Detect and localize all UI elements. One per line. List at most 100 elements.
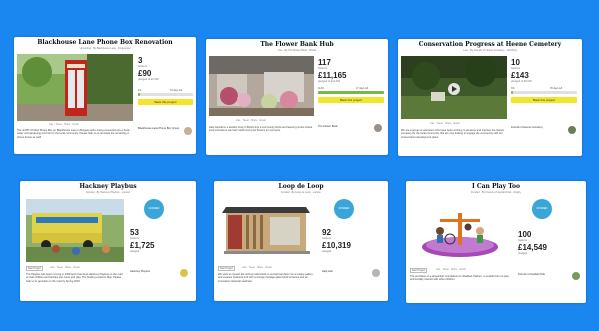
next-project-tag[interactable]: Next Project (410, 268, 428, 273)
share-share[interactable]: Share (257, 266, 263, 269)
backers-count: 117 (318, 58, 331, 67)
pledged-amount: £143 (511, 71, 529, 80)
next-project-tag[interactable]: Next Project (26, 266, 44, 271)
project-owner[interactable]: Help Hub (322, 270, 367, 273)
owner-avatar[interactable] (572, 272, 580, 280)
owner-avatar[interactable] (180, 269, 188, 277)
owner-avatar[interactable] (184, 127, 192, 135)
progress-percent: 112% (318, 87, 324, 90)
project-card-hackney-playbus[interactable]: Hackney Playbus Funded · By Hackney Play… (20, 181, 196, 301)
funding-progress-fill (511, 91, 513, 94)
share-tweet[interactable]: Tweet (55, 123, 61, 126)
project-card-i-can-play-too[interactable]: I Can Play Too Funded · By Friends of Ga… (406, 181, 586, 303)
project-title[interactable]: Hackney Playbus (20, 183, 196, 190)
pledged-amount: £10,319 (322, 241, 351, 250)
project-stats: 10 backers £143 pledged of £5,000 (511, 59, 577, 85)
share-share[interactable]: Share (445, 122, 451, 125)
backers-count: 100 (518, 230, 532, 239)
share-share[interactable]: Share (451, 268, 457, 271)
share-tweet[interactable]: Tweet (56, 266, 62, 269)
days-left: 35 days left (550, 87, 563, 90)
flower-shop-photo (209, 56, 314, 116)
building-render (218, 199, 316, 263)
cemetery-video-thumbnail (401, 56, 507, 119)
project-stats: 92 backers £10,319 pledged (322, 229, 382, 255)
project-image-phone-box[interactable] (17, 54, 133, 121)
share-email[interactable]: Email (454, 122, 460, 125)
pledged-amount: £14,549 (518, 243, 547, 252)
project-card-phone-box[interactable]: Blackhouse Lane Phone Box Renovation Upc… (14, 37, 196, 154)
playbus-photo (26, 199, 124, 262)
share-share[interactable]: Share (64, 123, 70, 126)
project-owner[interactable]: The Flower Bank (318, 125, 368, 128)
project-title[interactable]: Blackhouse Lane Phone Box Renovation (14, 39, 196, 46)
back-project-button[interactable]: Back this project (138, 99, 193, 105)
project-card-loop-de-loop[interactable]: Loop de Loop Funded · By Loop de Loop · … (214, 181, 388, 301)
share-tweet[interactable]: Tweet (442, 268, 448, 271)
project-image-playbus[interactable] (26, 199, 124, 262)
project-title[interactable]: I Can Play Too (406, 183, 586, 190)
project-image-roundabout[interactable] (410, 199, 510, 265)
pledged-label: pledged (518, 252, 528, 255)
backers-count: 53 (130, 228, 139, 237)
share-like[interactable]: Like (50, 266, 54, 269)
progress-percent: 3% (511, 87, 515, 90)
funded-badge: FUNDED (532, 199, 552, 219)
project-owner[interactable]: Blackhouse Lane Phone Box Group (138, 127, 182, 130)
back-project-button[interactable]: Back this project (318, 97, 384, 103)
share-email[interactable]: Email (73, 123, 79, 126)
project-title[interactable]: Conservation Progress at Heene Cemetery (398, 41, 582, 48)
share-tweet[interactable]: Tweet (248, 266, 254, 269)
project-description: We are a group of volunteers who have be… (401, 129, 505, 139)
share-tweet[interactable]: Tweet (436, 122, 442, 125)
wheelchair-roundabout-render (410, 199, 510, 265)
share-like[interactable]: Like (430, 122, 434, 125)
project-title[interactable]: The Flower Bank Hub (206, 41, 388, 48)
project-description: Help transform a derelict shop in Bristo… (209, 126, 313, 133)
backers-count: 92 (322, 228, 331, 237)
project-stats: 100 backers £14,549 pledged (518, 231, 582, 257)
project-image-cemetery[interactable] (401, 56, 507, 119)
project-card-heene-cemetery[interactable]: Conservation Progress at Heene Cemetery … (398, 39, 582, 156)
next-project-tag[interactable]: Next Project (218, 266, 236, 271)
share-bar: Like · Tweet · Share · Email (242, 266, 272, 269)
project-description: We want to convert the old bus toilet bl… (218, 273, 313, 283)
project-card-flower-bank[interactable]: The Flower Bank Hub Live · By The Flower… (206, 39, 388, 155)
back-project-button[interactable]: Back this project (511, 97, 577, 103)
funding-progress-bar (511, 91, 577, 94)
project-image-flower-bank[interactable] (209, 56, 314, 116)
project-meta: Funded · By Loop de Loop · London (280, 191, 322, 194)
share-email[interactable]: Email (74, 266, 80, 269)
share-email[interactable]: Email (266, 266, 272, 269)
funding-progress-bar (138, 93, 193, 96)
share-email[interactable]: Email (460, 268, 466, 271)
project-owner[interactable]: Hackney Playbus (130, 270, 175, 273)
project-meta: Funded · By Friends of Gardatt Park · Ru… (471, 191, 521, 194)
funding-progress-fill (318, 91, 384, 94)
share-bar: Like · Tweet · Share · Email (430, 122, 460, 125)
owner-avatar[interactable] (374, 124, 382, 132)
share-bar: Like · Tweet · Share · Email (50, 266, 80, 269)
backers-count: 3 (138, 56, 143, 65)
project-owner[interactable]: Friends of Heene Cemetery (511, 126, 561, 129)
share-bar: Like · Tweet · Share · Email (49, 123, 79, 126)
share-like[interactable]: Like (242, 266, 246, 269)
backers-count: 10 (511, 58, 520, 67)
share-email[interactable]: Email (260, 119, 266, 122)
owner-avatar[interactable] (568, 126, 576, 134)
project-title[interactable]: Loop de Loop (214, 183, 388, 190)
funding-progress-bar (318, 91, 384, 94)
pledged-amount: £90 (138, 69, 152, 78)
share-like[interactable]: Like (236, 119, 240, 122)
share-like[interactable]: Like (436, 268, 440, 271)
pledged-label: pledged (130, 250, 140, 253)
project-description: The Playbus has been running in 2008 and… (26, 273, 123, 283)
share-share[interactable]: Share (251, 119, 257, 122)
project-owner[interactable]: Friends of Gardatt Park (518, 273, 568, 276)
owner-avatar[interactable] (372, 269, 380, 277)
share-like[interactable]: Like (49, 123, 53, 126)
share-share[interactable]: Share (65, 266, 71, 269)
project-image-loop-de-loop[interactable] (218, 199, 316, 263)
share-tweet[interactable]: Tweet (242, 119, 248, 122)
pledged-label: pledged of £5,000 (511, 80, 532, 83)
